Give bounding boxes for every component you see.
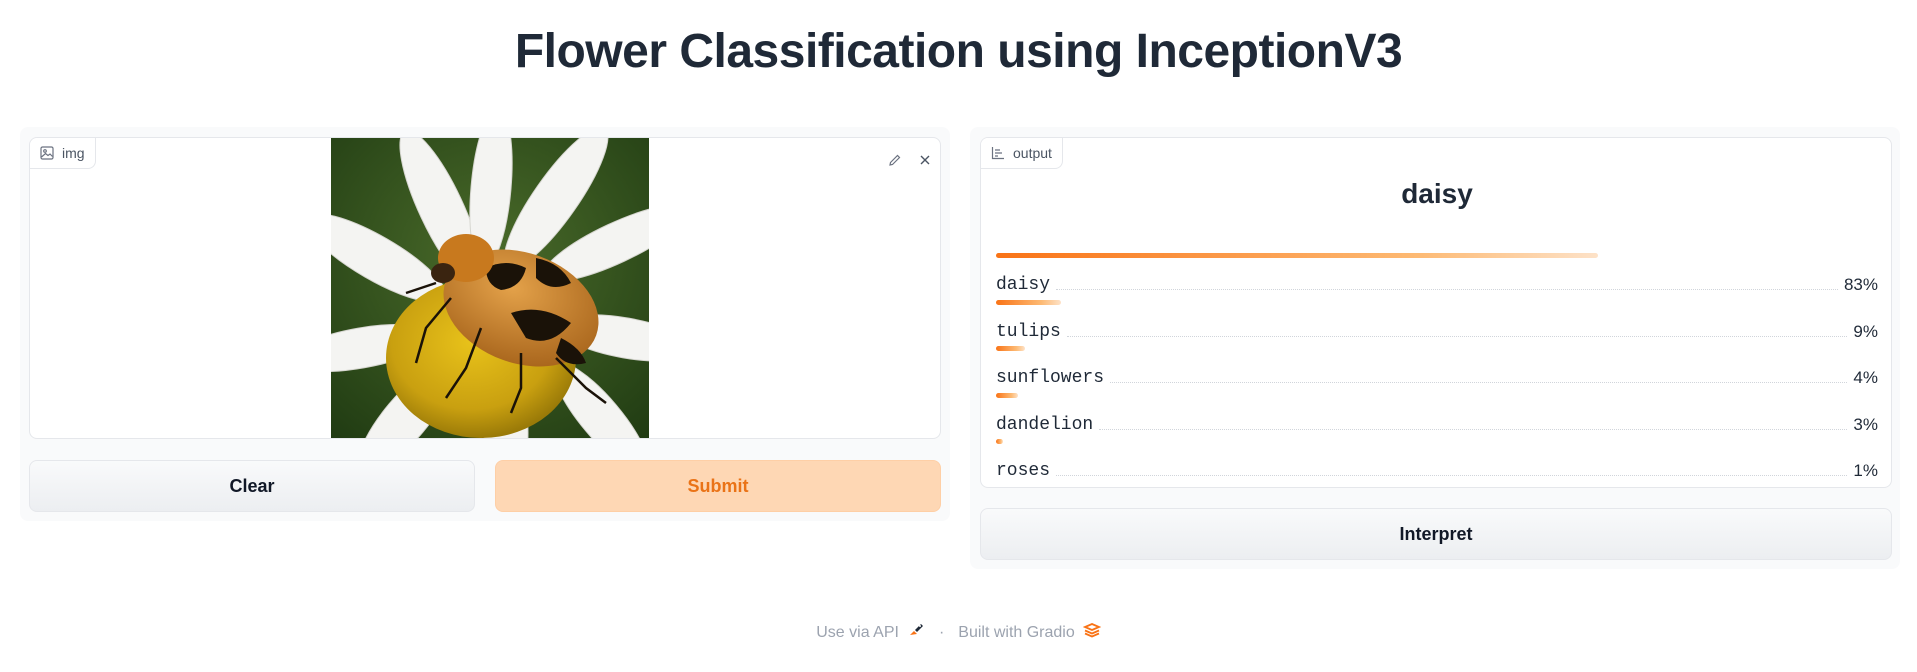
rocket-icon	[907, 622, 925, 643]
output-panel: output daisy daisy 83% tulips 9% sunflowers 4…	[970, 127, 1900, 569]
confidence-value: 83%	[1843, 275, 1878, 294]
confidence-value: 4%	[1853, 368, 1878, 387]
dotted-leader	[1110, 382, 1848, 383]
page-title: Flower Classification using InceptionV3	[514, 25, 1403, 78]
confidence-row: sunflowers 4%	[996, 346, 1878, 392]
gradio-logo-icon	[1082, 622, 1102, 643]
confidence-label: dandelion	[996, 414, 1100, 435]
confidence-bar	[996, 299, 1062, 305]
confidence-label: tulips	[996, 321, 1067, 342]
uploaded-flower-image	[331, 138, 649, 438]
gradio-link[interactable]: Built with Gradio	[958, 624, 1075, 642]
footer-separator: ·	[938, 623, 945, 641]
confidence-label: sunflowers	[996, 368, 1111, 388]
submit-button[interactable]: Submit	[495, 460, 941, 512]
image-icon	[40, 146, 54, 160]
dotted-leader	[1066, 335, 1848, 337]
output-label-tag: output	[981, 138, 1063, 169]
input-panel: img Clear Submit	[20, 127, 950, 521]
confidence-row: tulips 9%	[996, 299, 1878, 346]
dotted-leader	[1056, 475, 1848, 476]
confidence-row: roses 1%	[996, 439, 1878, 485]
dotted-leader	[1056, 289, 1838, 290]
confidence-row: dandelion 3%	[996, 392, 1878, 439]
bar-chart-icon	[991, 146, 1005, 160]
confidence-value: 1%	[1853, 461, 1878, 480]
label-output: output daisy daisy 83% tulips 9% sunflowers 4…	[980, 137, 1892, 488]
interpret-button[interactable]: Interpret	[980, 508, 1892, 560]
confidence-bar	[996, 439, 1004, 444]
clear-button[interactable]: Clear	[29, 460, 475, 512]
confidence-bar	[996, 253, 1598, 258]
confidence-bar	[996, 346, 1025, 351]
confidence-row: daisy 83%	[996, 253, 1878, 299]
confidence-label: daisy	[996, 275, 1057, 295]
confidence-label: roses	[996, 461, 1057, 481]
top-prediction: daisy	[1401, 178, 1473, 209]
image-upload-area[interactable]: img	[29, 137, 941, 439]
api-link[interactable]: Use via API	[816, 624, 899, 642]
edit-icon[interactable]	[883, 148, 907, 172]
dotted-leader	[1099, 428, 1848, 430]
img-label: img	[62, 145, 85, 161]
close-icon[interactable]	[913, 148, 937, 172]
confidence-value: 9%	[1853, 321, 1878, 341]
output-label: output	[1013, 145, 1052, 161]
img-label-tag: img	[30, 138, 96, 169]
confidence-bar	[996, 392, 1018, 398]
footer: Use via API · Built with Gradio	[0, 622, 1917, 643]
confidence-value: 3%	[1853, 414, 1878, 434]
